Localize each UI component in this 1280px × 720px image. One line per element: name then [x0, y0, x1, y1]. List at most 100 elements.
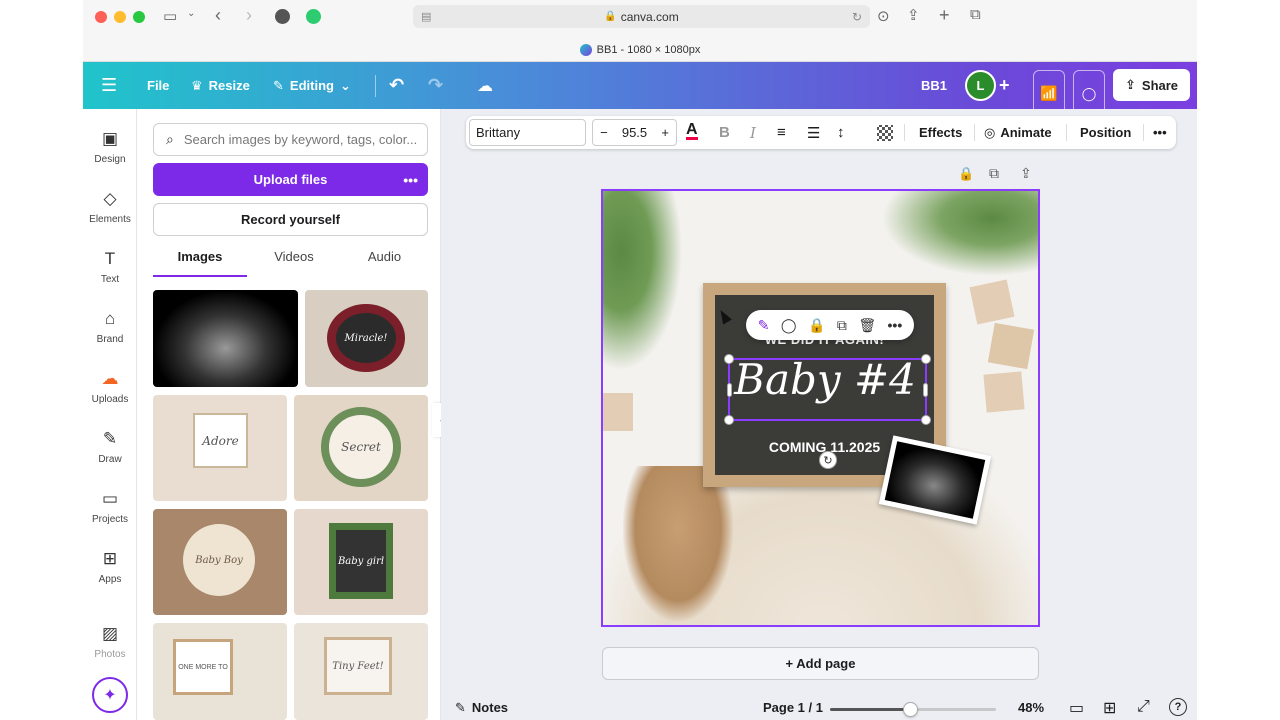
wooden-block [987, 322, 1035, 370]
rotate-handle-icon[interactable]: ↻ [819, 451, 837, 469]
font-size-input[interactable]: 95.5 [615, 125, 655, 140]
elements-icon: ◇ [103, 189, 117, 208]
transparency-icon[interactable] [877, 125, 893, 141]
resize-handle[interactable] [727, 383, 732, 397]
decrease-size-button[interactable]: − [593, 125, 615, 140]
image-thumbnail[interactable]: Tiny Feet! [294, 623, 428, 720]
tab-audio[interactable]: Audio [341, 249, 428, 277]
comment-add-icon[interactable]: ◯ [781, 317, 797, 334]
notes-button[interactable]: ✎ Notes [455, 700, 508, 716]
minimize-window-button[interactable] [114, 11, 126, 23]
image-thumbnail[interactable]: Adore [153, 395, 287, 501]
resize-handle[interactable] [921, 354, 931, 364]
image-thumbnail[interactable]: Baby girl [294, 509, 428, 615]
extension-grammarly-icon[interactable] [306, 9, 321, 24]
more-options-icon[interactable]: ••• [403, 172, 418, 188]
document-title[interactable]: BB1 [921, 62, 947, 109]
more-icon[interactable]: ••• [888, 317, 903, 333]
image-thumbnail[interactable]: ONE MORE TO [153, 623, 287, 720]
italic-icon[interactable]: I [750, 116, 756, 149]
rail-item-elements[interactable]: ◇ Elements [83, 189, 137, 225]
cloud-save-icon[interactable]: ☁ [477, 62, 493, 109]
resize-handle[interactable] [724, 415, 734, 425]
extension-s-icon[interactable] [275, 9, 290, 24]
duplicate-page-icon[interactable]: ⧉ [989, 165, 999, 182]
page-view-icon[interactable]: ▭ [1069, 698, 1084, 718]
tab-images[interactable]: Images [153, 249, 247, 277]
rail-item-apps[interactable]: ⊞ Apps [83, 549, 137, 585]
rail-item-draw[interactable]: ✎ Draw [83, 429, 137, 465]
list-icon[interactable]: ☰ [807, 116, 820, 149]
font-family-dropdown[interactable]: Brittany [469, 119, 586, 146]
rail-item-photos[interactable]: ▨ Photos [83, 624, 137, 660]
file-menu[interactable]: File [147, 62, 169, 109]
invite-plus-icon[interactable]: + [999, 62, 1010, 109]
address-bar[interactable]: ▤ 🔒 canva.com ↻ [413, 5, 870, 28]
redo-icon[interactable]: ↷ [428, 62, 443, 109]
forward-icon[interactable]: › [246, 5, 252, 26]
reload-icon[interactable]: ↻ [852, 10, 862, 24]
text-selection-box[interactable] [724, 354, 931, 425]
rail-item-text[interactable]: T Text [83, 249, 137, 285]
chevron-down-icon[interactable]: ⌄ [187, 8, 195, 19]
resize-handle[interactable] [923, 383, 928, 397]
share-page-icon[interactable]: ⇪ [907, 6, 920, 24]
search-input[interactable]: ⌕ Search images by keyword, tags, color.… [153, 123, 428, 156]
upload-files-button[interactable]: Upload files ••• [153, 163, 428, 196]
resize-button[interactable]: ♛ Resize [191, 62, 250, 109]
editing-mode-button[interactable]: ✎ Editing ⌄ [273, 62, 351, 109]
lock-page-icon[interactable]: 🔒 [958, 166, 974, 182]
zoom-window-button[interactable] [133, 11, 145, 23]
zoom-slider-handle[interactable] [903, 702, 918, 717]
text-color-icon[interactable]: A [686, 116, 698, 149]
download-icon[interactable]: ⊙ [877, 7, 890, 25]
help-icon[interactable]: ? [1169, 698, 1187, 716]
back-icon[interactable]: ‹ [215, 5, 221, 26]
effects-button[interactable]: Effects [919, 116, 962, 149]
bold-icon[interactable]: B [719, 116, 730, 149]
rail-item-projects[interactable]: ▭ Projects [83, 489, 137, 525]
ultrasound-thumbnail[interactable] [153, 290, 298, 387]
add-page-button[interactable]: + Add page [602, 647, 1039, 680]
browser-tab[interactable]: BB1 - 1080 × 1080px [83, 38, 1197, 62]
fullscreen-icon[interactable]: ⤢ [1137, 698, 1150, 716]
add-page-icon[interactable]: ⇪ [1020, 165, 1032, 182]
duplicate-icon[interactable]: ⧉ [837, 317, 847, 334]
trash-icon[interactable]: 🗑 [858, 317, 876, 334]
position-button[interactable]: Position [1080, 116, 1131, 149]
image-thumbnail[interactable]: Secret [294, 395, 428, 501]
rail-item-brand[interactable]: ⌂ Brand [83, 309, 137, 345]
more-icon[interactable]: ••• [1153, 116, 1167, 149]
grid-view-icon[interactable]: ⊞ [1103, 698, 1116, 718]
rail-item-design[interactable]: ▣ Design [83, 129, 137, 165]
sidebar-icon[interactable]: ▭ [163, 7, 177, 25]
new-tab-icon[interactable]: + [939, 5, 950, 26]
page-indicator[interactable]: Page 1 / 1 [763, 700, 823, 715]
animate-button[interactable]: ◎ Animate [984, 116, 1052, 149]
image-thumbnail[interactable]: Baby Boy [153, 509, 287, 615]
share-button[interactable]: ⇪ Share [1113, 69, 1191, 101]
magic-sparkle-icon[interactable]: ✦ [92, 677, 128, 713]
zoom-level[interactable]: 48% [1018, 700, 1044, 715]
align-center-icon[interactable]: ≡ [777, 116, 786, 149]
tab-overview-icon[interactable]: ⧉ [970, 6, 981, 23]
spacing-icon[interactable]: ↕ [837, 116, 845, 149]
thumbnail-text: Adore [193, 413, 248, 468]
record-yourself-button[interactable]: Record yourself [153, 203, 428, 236]
design-canvas[interactable]: WE DID IT AGAIN! Baby #4 COMING 11.2025 … [601, 189, 1040, 627]
page-menu-icon[interactable]: ▤ [421, 10, 431, 23]
menu-icon[interactable]: ☰ [101, 62, 117, 109]
resize-handle[interactable] [921, 415, 931, 425]
magic-write-icon[interactable]: ✎ [758, 317, 770, 334]
undo-icon[interactable]: ↶ [389, 62, 404, 109]
image-thumbnail[interactable]: Miracle! [305, 290, 428, 387]
lock-icon[interactable]: 🔒 [808, 317, 825, 334]
editing-label: Editing [289, 78, 334, 93]
rail-item-uploads[interactable]: ☁ Uploads [83, 369, 137, 405]
resize-handle[interactable] [724, 354, 734, 364]
zoom-slider[interactable] [830, 702, 996, 717]
close-window-button[interactable] [95, 11, 107, 23]
avatar[interactable]: L [965, 70, 996, 101]
increase-size-button[interactable]: + [654, 125, 676, 140]
tab-videos[interactable]: Videos [247, 249, 341, 277]
